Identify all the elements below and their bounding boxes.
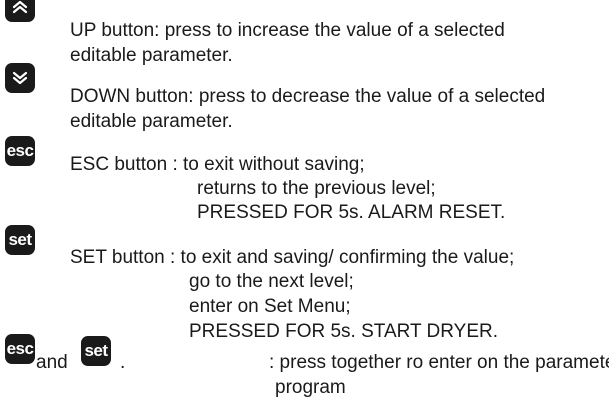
set-button-label: set xyxy=(8,229,32,249)
combo-dot: . xyxy=(120,352,126,373)
double-chevron-up-icon xyxy=(12,0,28,14)
combo-set-button[interactable]: set xyxy=(81,336,111,366)
set-desc-line3: enter on Set Menu; xyxy=(189,296,351,317)
combo-desc-line2: program xyxy=(275,377,346,398)
set-desc-line4: PRESSED FOR 5s. START DRYER. xyxy=(189,321,499,342)
combo-desc-line1: : press together ro enter on the paramet… xyxy=(269,352,609,373)
combo-esc-button[interactable]: esc xyxy=(5,334,35,364)
down-desc-line1: DOWN button: press to decrease the value… xyxy=(70,86,546,107)
esc-desc-line3: PRESSED FOR 5s. ALARM RESET. xyxy=(197,202,506,223)
combo-esc-label: esc xyxy=(6,338,34,358)
set-desc-line1: SET button : to exit and saving/ confirm… xyxy=(70,247,515,268)
up-button[interactable] xyxy=(5,0,35,22)
double-chevron-down-icon xyxy=(12,71,28,85)
up-desc-line1: UP button: press to increase the value o… xyxy=(70,20,505,41)
esc-button-label: esc xyxy=(6,140,34,160)
down-button[interactable] xyxy=(5,63,35,93)
set-desc-line2: go to the next level; xyxy=(189,271,354,292)
esc-desc-line1: ESC button : to exit without saving; xyxy=(70,154,365,175)
combo-set-label: set xyxy=(84,340,108,360)
down-desc-line2: editable parameter. xyxy=(70,111,233,132)
set-button[interactable]: set xyxy=(5,225,35,255)
esc-desc-line2: returns to the previous level; xyxy=(197,178,436,199)
esc-button[interactable]: esc xyxy=(5,136,35,166)
combo-and-text: and xyxy=(36,352,68,373)
up-desc-line2: editable parameter. xyxy=(70,45,233,66)
